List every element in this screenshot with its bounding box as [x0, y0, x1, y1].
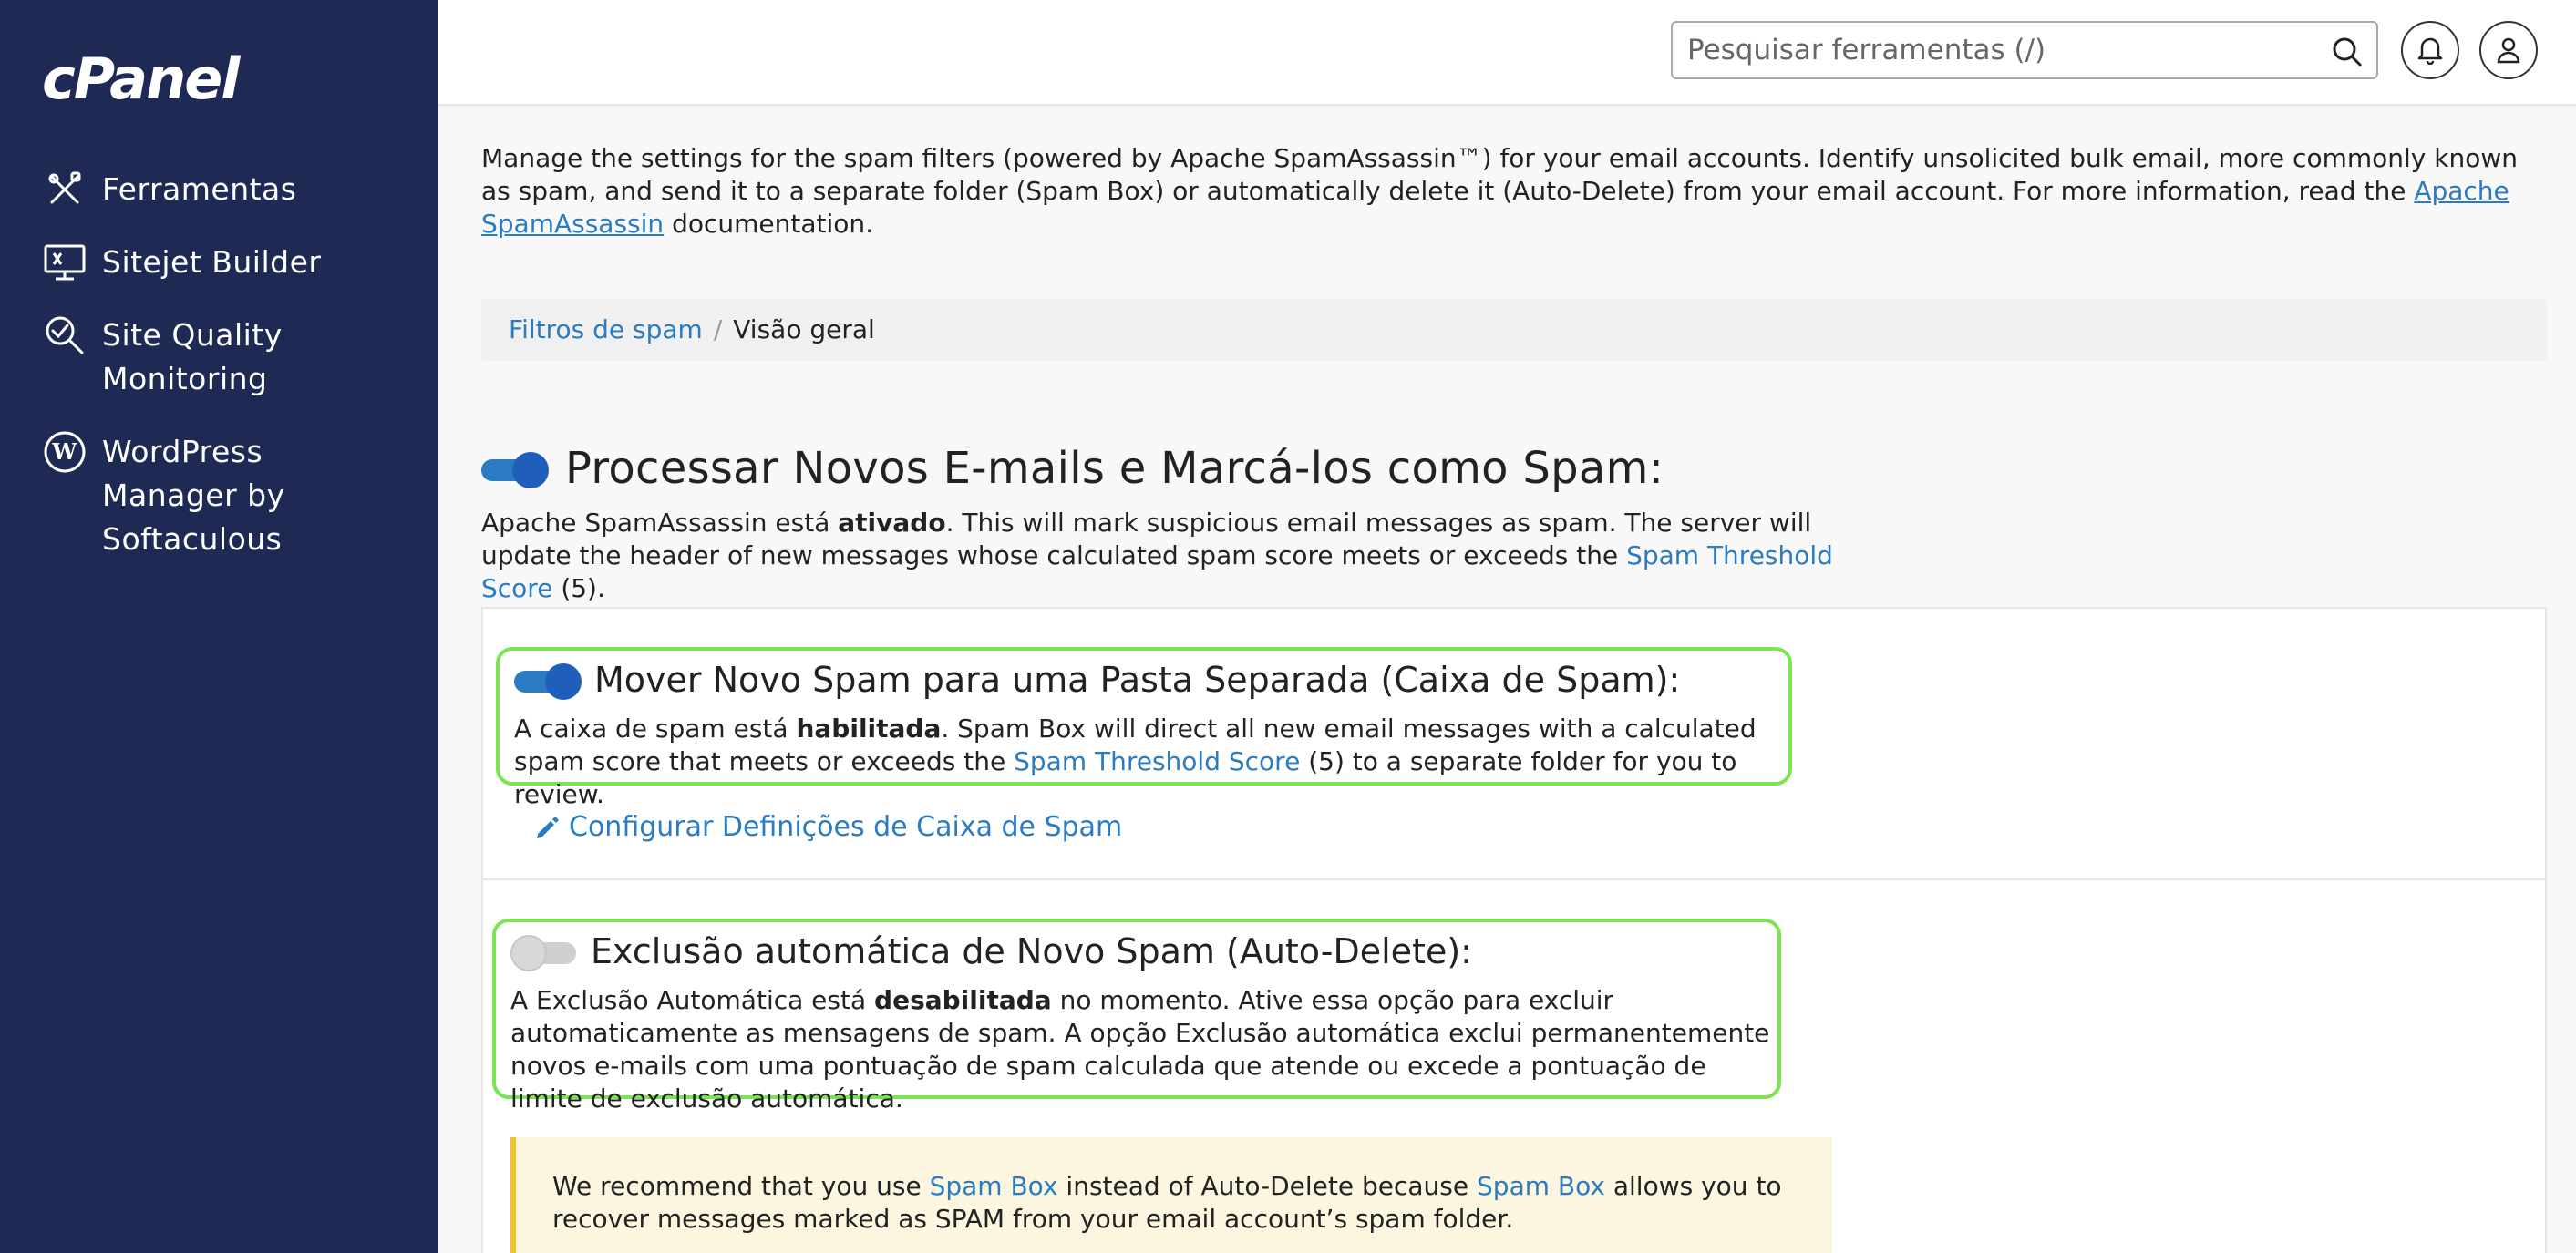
process-spam-title: Processar Novos E-mails e Marcá-los como…: [565, 443, 1664, 494]
monitor-icon: [42, 241, 88, 284]
breadcrumb-spam-filters[interactable]: Filtros de spam: [509, 314, 703, 344]
spam-box-link[interactable]: Spam Box: [1477, 1171, 1605, 1201]
sidebar-item-label: Site Quality Monitoring: [102, 317, 283, 396]
section-divider: [483, 878, 2545, 880]
intro-text: Manage the settings for the spam filters…: [481, 143, 2518, 239]
sidebar-item-label: Ferramentas: [102, 171, 297, 207]
spam-threshold-link[interactable]: Spam Threshold Score: [1014, 746, 1300, 776]
process-spam-toggle[interactable]: [481, 452, 549, 488]
spam-box-description: A caixa de spam está habilitada. Spam Bo…: [514, 714, 1757, 809]
spam-box-toggle[interactable]: [514, 663, 582, 700]
process-spam-description: Apache SpamAssassin está ativado. This w…: [481, 508, 1833, 603]
spam-box-option: Mover Novo Spam para uma Pasta Separada …: [496, 647, 1792, 809]
spam-box-link[interactable]: Spam Box: [930, 1171, 1058, 1201]
search-box[interactable]: [1671, 21, 2378, 79]
sidebar-item-sitejet[interactable]: Sitejet Builder: [42, 241, 321, 284]
auto-delete-title: Exclusão automática de Novo Spam (Auto-D…: [591, 931, 1472, 971]
breadcrumb-current: Visão geral: [733, 314, 875, 344]
spam-box-status: habilitada: [796, 714, 942, 744]
auto-delete-description: A Exclusão Automática está desabilitada …: [510, 985, 1770, 1114]
sidebar-item-site-quality[interactable]: Site Quality Monitoring: [42, 313, 284, 401]
tools-icon: [42, 168, 88, 211]
top-header: [438, 0, 2576, 106]
notifications-button[interactable]: [2401, 21, 2459, 79]
bell-icon: [2417, 37, 2443, 65]
sidebar-item-label: Sitejet Builder: [102, 244, 322, 280]
spam-box-title: Mover Novo Spam para uma Pasta Separada …: [594, 660, 1681, 700]
search-input[interactable]: [1687, 30, 2307, 70]
auto-delete-option: Exclusão automática de Novo Spam (Auto-D…: [492, 919, 1781, 1114]
sidebar-item-wordpress[interactable]: W WordPress Manager by Softaculous: [42, 430, 376, 561]
sidebar-item-label: WordPress Manager by Softaculous: [102, 434, 285, 557]
svg-text:W: W: [51, 438, 77, 465]
configure-spam-box-link[interactable]: Configurar Definições de Caixa de Spam: [534, 811, 1122, 843]
sidebar-item-tools[interactable]: Ferramentas: [42, 168, 296, 211]
process-spam-section: Processar Novos E-mails e Marcá-los como…: [481, 443, 1940, 605]
cpanel-logo[interactable]: cPanel: [42, 46, 241, 112]
options-panel: Mover Novo Spam para uma Pasta Separada …: [481, 607, 2547, 1253]
auto-delete-toggle[interactable]: [510, 935, 576, 971]
sidebar: cPanel Ferramentas Sitejet Builder Site …: [0, 0, 438, 1253]
user-icon: [2497, 37, 2520, 64]
user-menu-button[interactable]: [2479, 21, 2538, 79]
process-status: ativado: [838, 508, 946, 538]
main-content: Manage the settings for the spam filters…: [438, 106, 2576, 1253]
magnifier-check-icon: [42, 313, 88, 357]
auto-delete-status: desabilitada: [874, 985, 1052, 1015]
breadcrumb-separator: /: [713, 314, 723, 344]
pencil-icon: [537, 816, 559, 838]
wordpress-icon: W: [42, 430, 88, 474]
search-icon[interactable]: [2331, 36, 2364, 68]
breadcrumb: Filtros de spam / Visão geral: [481, 299, 2547, 361]
recommendation-alert: We recommend that you use Spam Box inste…: [510, 1137, 1832, 1253]
